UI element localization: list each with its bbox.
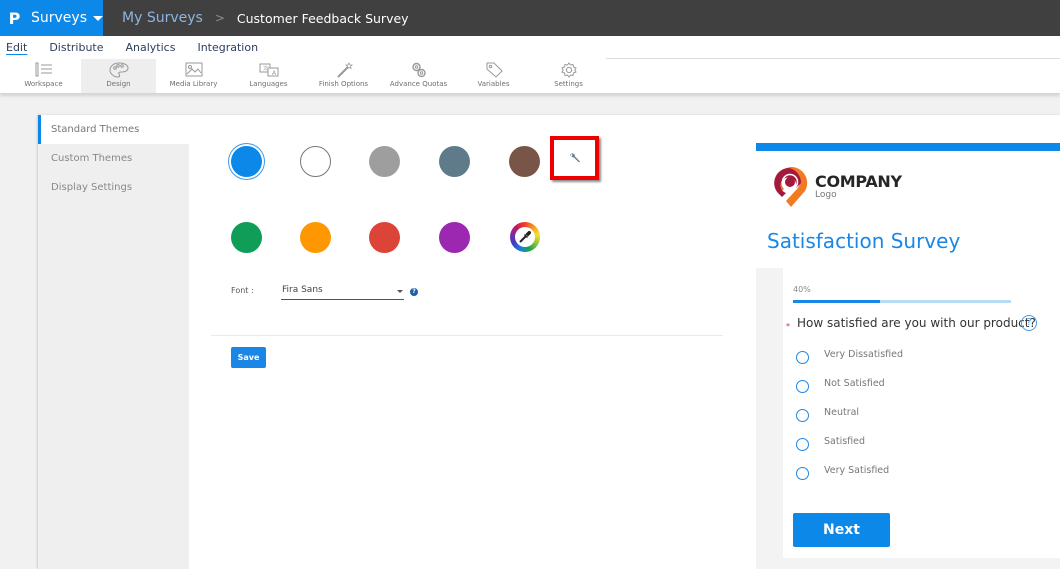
tool-label: Media Library — [169, 80, 218, 88]
color-picker-button[interactable] — [510, 222, 540, 252]
next-button[interactable]: Next — [793, 513, 890, 547]
location-pin-logo-icon — [774, 166, 808, 207]
tool-label: Workspace — [24, 80, 63, 88]
theme-swatch-green[interactable] — [231, 222, 262, 253]
image-icon — [185, 62, 202, 77]
sidenav-standard-themes[interactable]: Standard Themes — [38, 115, 189, 144]
app-logo-icon: P — [8, 8, 21, 28]
progress-bar-fill — [793, 300, 881, 303]
company-logo: COMPANY Logo — [772, 165, 902, 209]
menu-analytics[interactable]: Analytics — [126, 41, 176, 54]
theme-swatch-purple[interactable] — [439, 222, 470, 253]
toolbar-divider — [606, 58, 1060, 59]
sidenav-display-settings[interactable]: Display Settings — [38, 173, 189, 202]
palette-icon — [108, 62, 129, 78]
option-not-satisfied[interactable]: Not Satisfied — [796, 378, 885, 393]
wrench-icon — [569, 153, 580, 163]
company-logo-sub: Logo — [815, 190, 837, 200]
main-menu: Edit Distribute Analytics Integration — [0, 36, 1060, 58]
theme-sidenav: Standard Themes Custom Themes Display Se… — [38, 115, 189, 569]
theme-swatch-slate[interactable] — [439, 146, 470, 177]
option-label: Not Satisfied — [824, 378, 885, 389]
divider — [211, 335, 723, 336]
menu-edit[interactable]: Edit — [6, 41, 27, 54]
progress-bar — [793, 300, 1011, 303]
tool-variables[interactable]: Variables — [456, 59, 531, 93]
custom-theme-button[interactable] — [550, 136, 599, 180]
toolbar: Workspace Design Media Library A文 Langua… — [0, 58, 1060, 94]
progress-label: 40% — [793, 285, 811, 294]
tool-label: Variables — [477, 80, 510, 88]
workspace-icon — [35, 62, 52, 77]
translate-icon: A文 — [259, 63, 278, 77]
question-text: How satisfied are you with our product? — [797, 316, 1036, 330]
font-select-value: Fira Sans — [282, 285, 323, 295]
tag-icon — [486, 62, 503, 78]
question-help-icon[interactable]: ? — [1021, 315, 1037, 331]
radio-icon[interactable] — [796, 467, 809, 480]
design-panel: Standard Themes Custom Themes Display Se… — [38, 115, 1060, 569]
theme-swatch-brown[interactable] — [509, 146, 540, 177]
tool-label: Languages — [249, 80, 288, 88]
top-bar: P Surveys My Surveys > Customer Feedback… — [0, 0, 1060, 36]
radio-icon[interactable] — [796, 438, 809, 451]
svg-text:文: 文 — [263, 65, 268, 72]
radio-icon[interactable] — [796, 380, 809, 393]
magic-wand-icon — [336, 62, 353, 78]
gear-icon — [560, 62, 577, 78]
radio-icon[interactable] — [796, 351, 809, 364]
app-name: Surveys — [31, 10, 87, 26]
tool-workspace[interactable]: Workspace — [6, 59, 81, 93]
question-card: 40% * How satisfied are you with our pro… — [783, 268, 1060, 558]
option-label: Very Satisfied — [824, 465, 890, 476]
required-marker: * — [786, 322, 790, 331]
theme-swatch-orange[interactable] — [300, 222, 331, 253]
option-label: Very Dissatisfied — [824, 349, 904, 360]
breadcrumb: My Surveys > Customer Feedback Survey — [122, 10, 409, 26]
option-label: Neutral — [824, 407, 860, 418]
sidenav-custom-themes[interactable]: Custom Themes — [38, 144, 189, 173]
option-very-satisfied[interactable]: Very Satisfied — [796, 465, 890, 480]
preview-theme-stripe — [756, 143, 1060, 151]
font-select[interactable]: Fira Sans — [281, 284, 404, 300]
option-neutral[interactable]: Neutral — [796, 407, 860, 422]
link-icon — [411, 62, 426, 78]
theme-swatch-gray[interactable] — [369, 146, 400, 177]
tool-label: Design — [106, 80, 131, 88]
tool-languages[interactable]: A文 Languages — [231, 59, 306, 93]
tool-finish-options[interactable]: Finish Options — [306, 59, 381, 93]
menu-distribute[interactable]: Distribute — [49, 41, 103, 54]
breadcrumb-current: Customer Feedback Survey — [236, 10, 409, 26]
theme-swatch-white[interactable] — [300, 146, 331, 177]
dropdown-arrow-icon — [397, 290, 403, 293]
breadcrumb-separator: > — [214, 11, 225, 25]
tool-label: Advance Quotas — [389, 80, 448, 88]
option-very-dissatisfied[interactable]: Very Dissatisfied — [796, 349, 904, 364]
tool-settings[interactable]: Settings — [531, 59, 606, 93]
option-satisfied[interactable]: Satisfied — [796, 436, 866, 451]
app-switcher[interactable]: P Surveys — [0, 0, 103, 36]
tool-design[interactable]: Design — [81, 59, 156, 93]
save-button[interactable]: Save — [231, 347, 266, 368]
tool-label: Settings — [554, 80, 583, 88]
option-label: Satisfied — [824, 436, 866, 447]
menu-integration[interactable]: Integration — [197, 41, 258, 54]
company-name: COMPANY — [815, 172, 902, 191]
tool-advance-quotas[interactable]: Advance Quotas — [381, 59, 456, 93]
breadcrumb-my-surveys[interactable]: My Surveys — [122, 10, 203, 26]
color-picker-inner — [515, 227, 535, 247]
font-help-icon[interactable]: ? — [410, 288, 418, 296]
tool-media-library[interactable]: Media Library — [156, 59, 231, 93]
tool-label: Finish Options — [318, 80, 369, 88]
radio-icon[interactable] — [796, 409, 809, 422]
theme-swatch-red[interactable] — [369, 222, 400, 253]
survey-preview: COMPANY Logo Satisfaction Survey 40% * H… — [756, 143, 1060, 569]
font-label: Font : — [231, 286, 254, 295]
theme-swatch-blue[interactable] — [231, 146, 262, 177]
chevron-down-icon — [93, 15, 103, 21]
eyedropper-icon — [519, 230, 532, 243]
question-area: 40% * How satisfied are you with our pro… — [756, 268, 1060, 569]
survey-title: Satisfaction Survey — [767, 229, 961, 253]
